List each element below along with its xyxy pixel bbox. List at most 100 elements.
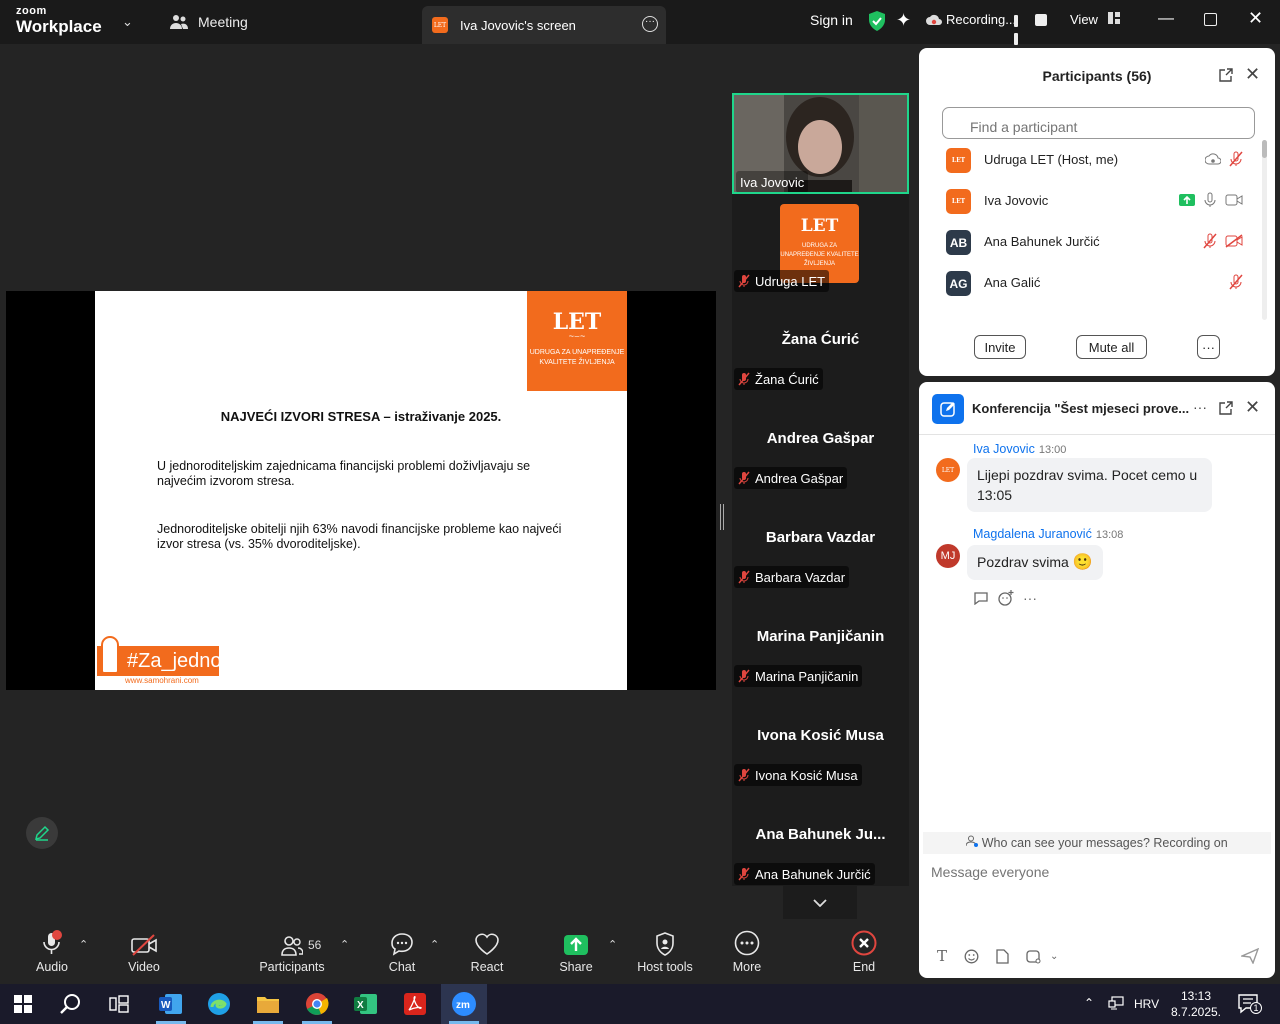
video-button[interactable]: Video bbox=[122, 930, 166, 974]
system-clock[interactable]: 13:13 8.7.2025. bbox=[1168, 988, 1224, 1020]
file-explorer-icon[interactable] bbox=[245, 984, 291, 1024]
mute-all-button[interactable]: Mute all bbox=[1076, 335, 1147, 359]
who-can-see-banner[interactable]: Who can see your messages? Recording on bbox=[923, 832, 1271, 854]
mic-muted-icon[interactable] bbox=[1203, 233, 1217, 249]
participants-scrollbar[interactable] bbox=[1262, 140, 1267, 320]
view-button[interactable]: View bbox=[1070, 12, 1120, 27]
participant-row[interactable]: LET Iva Jovovic bbox=[919, 181, 1259, 222]
notifications-icon[interactable]: 1 bbox=[1238, 994, 1262, 1019]
participant-tile-udruga[interactable]: LET UDRUGA ZA UNAPREĐENJE KVALITETE ŽIVL… bbox=[732, 194, 909, 293]
who-can-see-text: Who can see your messages? Recording on bbox=[981, 836, 1228, 850]
chat-compose-icon[interactable] bbox=[932, 394, 964, 424]
file-icon[interactable] bbox=[996, 948, 1009, 964]
participant-tile[interactable]: Marina Panjičanin Marina Panjičanin bbox=[732, 590, 909, 689]
speaker-name-label: Iva Jovovic bbox=[736, 171, 809, 192]
maximize-icon[interactable] bbox=[1204, 13, 1217, 26]
participant-tile[interactable]: Andrea Gašpar Andrea Gašpar bbox=[732, 392, 909, 491]
send-icon[interactable] bbox=[1241, 948, 1259, 964]
emoji-icon[interactable] bbox=[964, 949, 979, 964]
close-panel-icon[interactable]: ✕ bbox=[1245, 64, 1260, 85]
more-icon bbox=[734, 930, 760, 956]
stop-recording-icon[interactable] bbox=[1035, 14, 1047, 26]
participants-options-caret[interactable]: ⌃ bbox=[340, 938, 349, 951]
mic-muted-icon[interactable] bbox=[1229, 274, 1243, 290]
message-input[interactable] bbox=[931, 864, 1251, 880]
message-bubble[interactable]: Lijepi pozdrav svima. Pocet cemo u 13:05 bbox=[967, 458, 1212, 512]
video-label: Video bbox=[128, 960, 160, 974]
participant-row[interactable]: LET Udruga LET (Host, me) bbox=[919, 140, 1259, 181]
message-sender[interactable]: Magdalena Juranović 13:08 bbox=[973, 527, 1123, 541]
share-options-caret[interactable]: ⌃ bbox=[608, 938, 617, 951]
chat-button[interactable]: Chat bbox=[384, 930, 420, 974]
screenshot-icon[interactable] bbox=[1026, 949, 1041, 964]
more-options-icon[interactable]: ··· bbox=[642, 16, 658, 32]
word-app-icon[interactable]: W bbox=[148, 984, 194, 1024]
find-participant-input[interactable] bbox=[942, 107, 1255, 139]
reply-icon[interactable] bbox=[973, 591, 989, 605]
network-icon[interactable] bbox=[1108, 996, 1124, 1015]
pause-recording-icon[interactable] bbox=[1014, 14, 1026, 45]
participant-row[interactable]: AG Ana Galić bbox=[919, 263, 1259, 304]
pop-out-icon[interactable] bbox=[1219, 68, 1233, 87]
audio-options-caret[interactable]: ⌃ bbox=[79, 938, 88, 951]
participant-tile[interactable]: Žana Ćurić Žana Ćurić bbox=[732, 293, 909, 392]
gallery-scroll-down[interactable] bbox=[783, 886, 857, 919]
chrome-browser-icon[interactable] bbox=[294, 984, 340, 1024]
search-icon[interactable] bbox=[48, 984, 94, 1024]
mic-muted-icon[interactable] bbox=[1229, 151, 1243, 167]
sign-in-button[interactable]: Sign in bbox=[810, 12, 853, 28]
chevron-up-icon[interactable]: ⌃ bbox=[1084, 996, 1094, 1010]
participants-button[interactable]: Participants bbox=[258, 930, 326, 974]
participant-tile[interactable]: Barbara Vazdar Barbara Vazdar bbox=[732, 491, 909, 590]
chat-more-icon[interactable]: ··· bbox=[1193, 399, 1207, 415]
format-text-icon[interactable]: T bbox=[937, 947, 947, 965]
excel-app-icon[interactable]: X bbox=[343, 984, 389, 1024]
share-button[interactable]: Share bbox=[556, 930, 596, 974]
recording-indicator[interactable]: Recording... bbox=[926, 12, 1016, 27]
participant-status-icons bbox=[1203, 233, 1243, 249]
zoom-workplace-logo[interactable]: zoom Workplace bbox=[16, 6, 102, 36]
ai-companion-sparkle-icon[interactable]: ✦ bbox=[896, 10, 911, 31]
tab-shared-screen[interactable]: LET Iva Jovovic's screen ··· bbox=[422, 6, 666, 44]
chat-options-caret[interactable]: ⌃ bbox=[430, 938, 439, 951]
participant-tile[interactable]: Ana Bahunek Ju... Ana Bahunek Jurčić bbox=[732, 788, 909, 887]
sender-name: Iva Jovovic bbox=[973, 442, 1035, 456]
mic-icon[interactable] bbox=[1203, 192, 1217, 208]
svg-text:W: W bbox=[161, 1000, 171, 1011]
chevron-down-icon[interactable]: ⌄ bbox=[122, 14, 133, 30]
participant-status-icons bbox=[1179, 192, 1243, 208]
edge-browser-icon[interactable] bbox=[196, 984, 242, 1024]
add-reaction-icon[interactable] bbox=[998, 590, 1014, 606]
participant-tile[interactable]: Ivona Kosić Musa Ivona Kosić Musa bbox=[732, 689, 909, 788]
end-meeting-button[interactable]: End bbox=[846, 930, 882, 974]
udruga-logo-text: LET bbox=[800, 216, 839, 236]
participants-more-button[interactable]: ··· bbox=[1197, 335, 1220, 359]
minimize-icon[interactable]: — bbox=[1158, 10, 1174, 28]
chevron-down-icon[interactable]: ⌄ bbox=[1050, 951, 1058, 962]
close-chat-icon[interactable]: ✕ bbox=[1245, 397, 1260, 418]
resize-splitter[interactable] bbox=[720, 504, 724, 530]
host-tools-button[interactable]: Host tools bbox=[634, 930, 696, 974]
invite-button[interactable]: Invite bbox=[974, 335, 1026, 359]
message-sender[interactable]: Iva Jovovic 13:00 bbox=[973, 442, 1066, 456]
shield-check-icon[interactable] bbox=[868, 11, 886, 36]
task-view-icon[interactable] bbox=[96, 984, 142, 1024]
more-button[interactable]: More bbox=[729, 930, 765, 974]
tab-meeting[interactable]: Meeting bbox=[160, 0, 410, 44]
pop-out-icon[interactable] bbox=[1219, 401, 1233, 420]
video-off-icon[interactable] bbox=[1225, 234, 1243, 248]
close-window-icon[interactable]: ✕ bbox=[1248, 8, 1263, 29]
message-more-icon[interactable]: ··· bbox=[1023, 590, 1037, 606]
zoom-app-icon[interactable]: zm bbox=[441, 984, 487, 1024]
message-bubble[interactable]: Pozdrav svima 🙂 bbox=[967, 545, 1103, 580]
participant-row[interactable]: AB Ana Bahunek Jurčić bbox=[919, 222, 1259, 263]
active-speaker-video[interactable]: Iva Jovovic bbox=[732, 93, 909, 194]
tile-display-name: Andrea Gašpar bbox=[766, 430, 875, 447]
audio-button[interactable]: Audio bbox=[30, 930, 74, 974]
react-button[interactable]: React bbox=[467, 930, 507, 974]
input-language[interactable]: HRV bbox=[1134, 997, 1159, 1011]
annotate-pen-icon[interactable] bbox=[26, 817, 58, 849]
windows-start-icon[interactable] bbox=[0, 984, 46, 1024]
acrobat-app-icon[interactable] bbox=[392, 984, 438, 1024]
video-off-icon[interactable] bbox=[1225, 194, 1243, 206]
